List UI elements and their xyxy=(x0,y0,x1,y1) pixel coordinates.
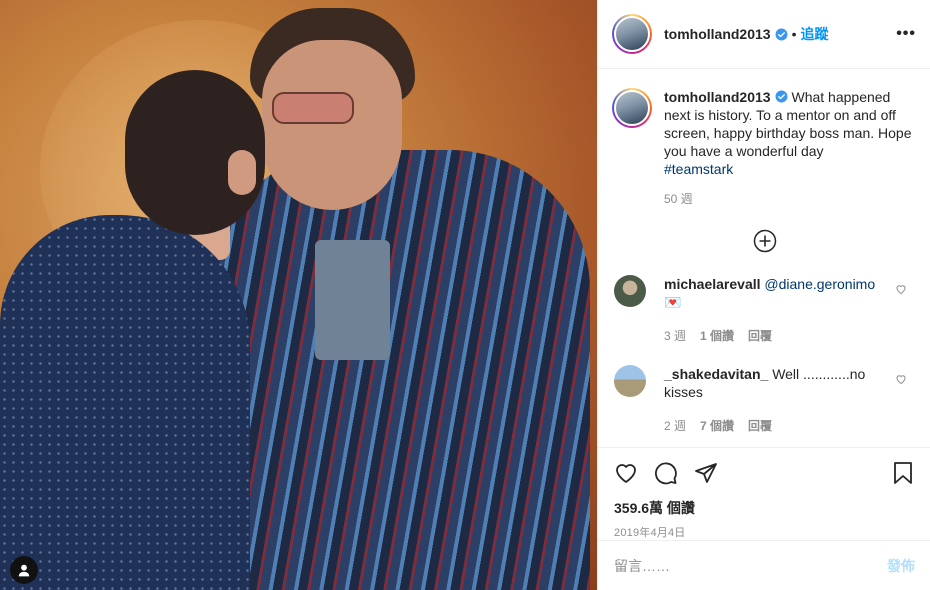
more-options-button[interactable]: ••• xyxy=(896,25,916,43)
photo-figure-striped-jacket xyxy=(210,150,590,590)
action-bar xyxy=(614,460,915,486)
comments-section[interactable]: tomholland2013 What happened next is his… xyxy=(598,70,930,447)
follow-button[interactable]: 追蹤 xyxy=(801,24,829,44)
comment-bubble-icon[interactable] xyxy=(654,461,678,485)
comment-like-heart-icon[interactable] xyxy=(895,373,907,385)
photo-figure-head xyxy=(262,40,402,210)
post-date[interactable]: 2019年4月4日 xyxy=(614,524,915,540)
comment-age[interactable]: 3 週 xyxy=(664,327,686,345)
commenter-avatar[interactable] xyxy=(614,365,646,397)
photo-figure-ear xyxy=(228,150,256,195)
commenter-avatar[interactable] xyxy=(614,275,646,307)
share-paper-plane-icon[interactable] xyxy=(694,461,718,485)
comment-item: michaelarevall @diane.geronimo 💌 3 週 1 個… xyxy=(598,275,930,345)
tagged-users-button[interactable] xyxy=(10,556,38,584)
like-heart-icon[interactable] xyxy=(614,461,638,485)
comment-likes[interactable]: 1 個讚 xyxy=(700,327,734,345)
comment-input[interactable] xyxy=(614,557,887,574)
header-separator: • xyxy=(791,26,797,42)
caption-author-avatar-image xyxy=(614,90,650,126)
commenter-username[interactable]: _shakedavitan_ xyxy=(664,366,768,382)
caption-verified-badge-icon xyxy=(775,90,788,103)
add-comment-bar: 發佈 xyxy=(598,540,930,590)
post-comment-button[interactable]: 發佈 xyxy=(887,556,915,576)
comment-like-heart-icon[interactable] xyxy=(895,283,907,295)
comment-meta: 2 週 7 個讚 回覆 xyxy=(664,417,884,435)
caption-username[interactable]: tomholland2013 xyxy=(664,89,771,105)
comment-emoji: 💌 xyxy=(664,294,682,310)
load-more-comments-icon[interactable] xyxy=(753,229,777,253)
post-side-panel: tomholland2013 • 追蹤 ••• tomholland2013 W… xyxy=(597,0,930,590)
comment-age[interactable]: 2 週 xyxy=(664,417,686,435)
save-bookmark-icon[interactable] xyxy=(891,461,915,485)
comment-item: _shakedavitan_ Well ............no kisse… xyxy=(598,365,930,435)
author-username[interactable]: tomholland2013 xyxy=(664,26,771,42)
comment-body: michaelarevall @diane.geronimo 💌 3 週 1 個… xyxy=(664,275,884,345)
comment-reply-button[interactable]: 回覆 xyxy=(748,327,772,345)
author-avatar[interactable] xyxy=(612,14,652,54)
comment-meta: 3 週 1 個讚 回覆 xyxy=(664,327,884,345)
post-photo[interactable] xyxy=(0,0,597,590)
photo-figure-glasses xyxy=(272,92,354,124)
comment-body: _shakedavitan_ Well ............no kisse… xyxy=(664,365,884,435)
caption-body: tomholland2013 What happened next is his… xyxy=(664,88,914,178)
post-header: tomholland2013 • 追蹤 ••• xyxy=(598,0,930,69)
user-tag-icon xyxy=(18,564,30,577)
caption-author-avatar[interactable] xyxy=(612,88,652,128)
caption-hashtag[interactable]: #teamstark xyxy=(664,161,733,177)
comment-likes[interactable]: 7 個讚 xyxy=(700,417,734,435)
post-actions: 359.6萬 個讚 2019年4月4日 xyxy=(598,447,930,540)
comment-mention[interactable]: @diane.geronimo xyxy=(764,276,875,292)
author-avatar-image xyxy=(614,16,650,52)
post-caption: tomholland2013 What happened next is his… xyxy=(598,70,930,178)
caption-age[interactable]: 50 週 xyxy=(598,178,930,207)
photo-figure-navy-jacket xyxy=(0,215,250,590)
comment-reply-button[interactable]: 回覆 xyxy=(748,417,772,435)
verified-badge-icon xyxy=(775,28,788,40)
commenter-username[interactable]: michaelarevall xyxy=(664,276,761,292)
photo-figure-shirt xyxy=(315,240,390,360)
likes-count[interactable]: 359.6萬 個讚 xyxy=(614,498,915,518)
